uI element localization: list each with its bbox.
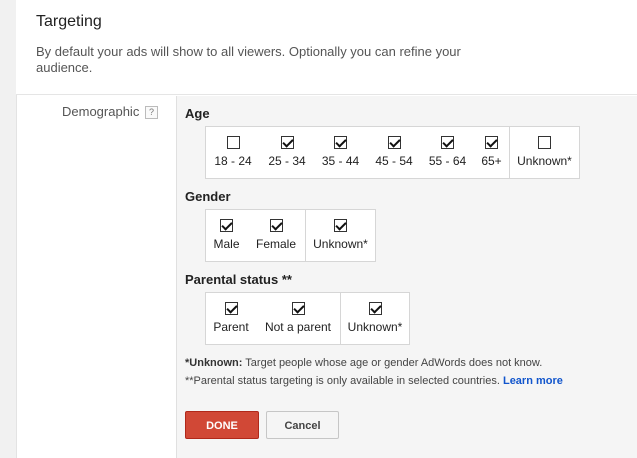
age-checkbox-unknown[interactable] — [538, 136, 551, 149]
gender-option-label: Female — [255, 237, 296, 251]
age-option[interactable]: Unknown* — [509, 127, 579, 178]
gender-checkbox-female[interactable] — [269, 219, 283, 232]
unknown-note-text: Target people whose age or gender AdWord… — [242, 357, 543, 369]
gender-option-label: Male — [213, 237, 240, 251]
parental-note: **Parental status targeting is only avai… — [185, 375, 563, 387]
parental-option[interactable]: Parent — [206, 293, 256, 344]
age-checkbox-18-24[interactable] — [226, 136, 240, 149]
age-checkbox-65-plus[interactable] — [485, 136, 498, 149]
gender-title: Gender — [185, 189, 231, 204]
parental-option[interactable]: Unknown* — [340, 293, 409, 344]
age-options: 18 - 24 25 - 34 35 - 44 45 - 54 55 - 64 … — [205, 126, 580, 179]
left-rail — [0, 0, 17, 458]
age-option-label: 18 - 24 — [214, 154, 252, 168]
age-option-label: 45 - 54 — [375, 154, 413, 168]
parental-checkbox-unknown[interactable] — [368, 302, 382, 315]
gender-option[interactable]: Male — [206, 210, 247, 261]
gender-option-label: Unknown* — [313, 237, 368, 251]
parental-checkbox-parent[interactable] — [224, 302, 238, 315]
help-icon[interactable]: ? — [145, 106, 158, 119]
age-option-label: 55 - 64 — [428, 154, 467, 168]
age-option-label: 65+ — [481, 154, 502, 168]
age-option-label: 25 - 34 — [268, 154, 306, 168]
gender-option[interactable]: Female — [247, 210, 305, 261]
parental-title: Parental status ** — [185, 272, 292, 287]
age-option[interactable]: 45 - 54 — [367, 127, 421, 178]
age-option[interactable]: 55 - 64 — [421, 127, 474, 178]
section-title: Targeting — [36, 13, 102, 30]
done-button[interactable]: DONE — [185, 411, 259, 439]
age-checkbox-35-44[interactable] — [334, 136, 347, 149]
gender-options: Male Female Unknown* — [205, 209, 376, 262]
parental-option[interactable]: Not a parent — [256, 293, 340, 344]
cancel-button[interactable]: Cancel — [266, 411, 339, 439]
age-option[interactable]: 65+ — [474, 127, 509, 178]
parental-option-label: Unknown* — [347, 320, 403, 334]
age-checkbox-45-54[interactable] — [387, 136, 401, 149]
age-option[interactable]: 35 - 44 — [314, 127, 367, 178]
age-checkbox-25-34[interactable] — [280, 136, 294, 149]
age-option[interactable]: 18 - 24 — [206, 127, 260, 178]
parental-checkbox-not-a-parent[interactable] — [291, 302, 305, 315]
age-option-label: 35 - 44 — [321, 154, 360, 168]
demographic-label: Demographic — [62, 104, 140, 119]
parental-option-label: Not a parent — [264, 320, 332, 334]
age-title: Age — [185, 106, 210, 121]
age-option-label: Unknown* — [517, 154, 572, 168]
age-option[interactable]: 25 - 34 — [260, 127, 314, 178]
parental-note-text: **Parental status targeting is only avai… — [185, 375, 503, 387]
parental-option-label: Parent — [213, 320, 249, 334]
learn-more-link[interactable]: Learn more — [503, 375, 563, 387]
parental-options: Parent Not a parent Unknown* — [205, 292, 410, 345]
gender-checkbox-unknown[interactable] — [334, 219, 347, 232]
unknown-note: *Unknown: Target people whose age or gen… — [185, 357, 542, 369]
gender-checkbox-male[interactable] — [220, 219, 233, 232]
age-checkbox-55-64[interactable] — [441, 136, 454, 149]
unknown-note-bold: *Unknown: — [185, 357, 243, 369]
gender-option[interactable]: Unknown* — [305, 210, 375, 261]
intro-text: By default your ads will show to all vie… — [36, 44, 461, 75]
